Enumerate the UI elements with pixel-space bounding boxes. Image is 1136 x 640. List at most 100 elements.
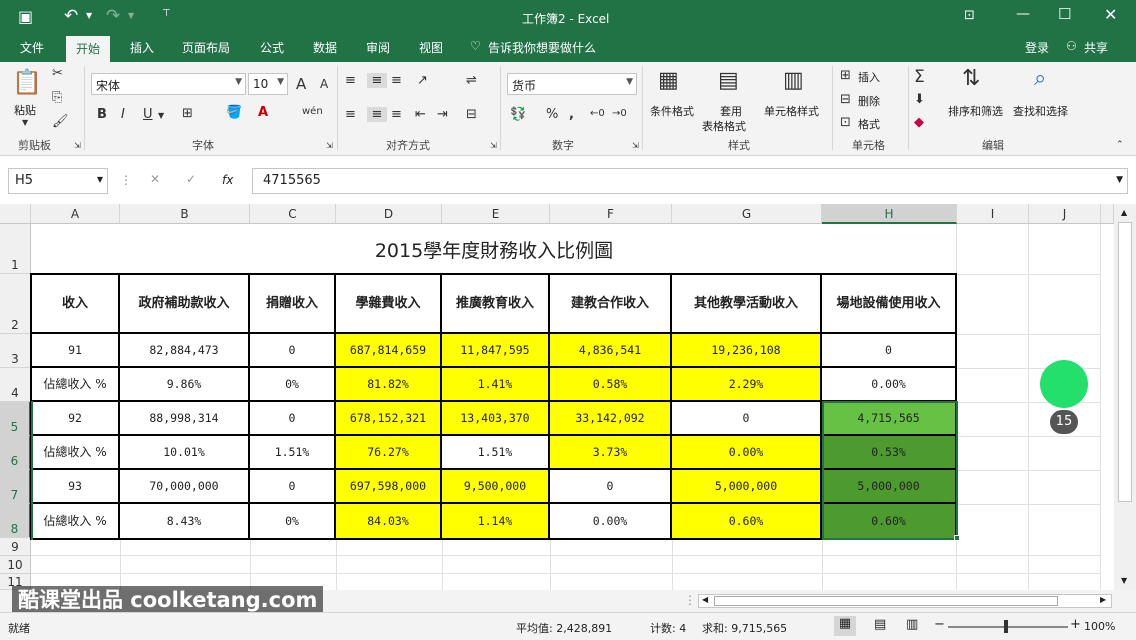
column-header-k[interactable]	[1101, 204, 1114, 224]
data-cell[interactable]: 84.03%	[336, 504, 442, 540]
column-header-c[interactable]: C	[250, 204, 336, 224]
data-cell[interactable]: 0	[550, 470, 672, 504]
zoom-level[interactable]: 100%	[1084, 620, 1115, 633]
data-cell[interactable]: 0	[250, 402, 336, 436]
zoom-out-icon[interactable]: −	[934, 617, 945, 632]
format-table-line2[interactable]: 表格格式	[702, 118, 746, 134]
row-header-7[interactable]: 7	[0, 470, 31, 504]
data-cell[interactable]: 88,998,314	[120, 402, 250, 436]
orientation-icon[interactable]: ↗	[417, 73, 428, 88]
find-select-button[interactable]: 查找和选择	[1013, 103, 1068, 119]
data-cell[interactable]: 81.82%	[336, 368, 442, 402]
redo-dropdown-icon[interactable]: ▼	[128, 11, 134, 20]
column-header-h[interactable]: H	[822, 204, 957, 224]
data-cell[interactable]: 678,152,321	[336, 402, 442, 436]
font-launcher-icon[interactable]: ⇲	[326, 141, 333, 150]
collapse-ribbon-icon[interactable]: ⌃	[1116, 140, 1124, 150]
conditional-format-icon[interactable]: ▦	[658, 68, 679, 93]
data-cell[interactable]: 4,836,541	[550, 334, 672, 368]
tab-data[interactable]: 数据	[313, 39, 337, 56]
number-launcher-icon[interactable]: ⇲	[632, 141, 639, 150]
decrease-decimal-icon[interactable]: →0	[612, 108, 627, 119]
undo-icon[interactable]: ↶	[64, 6, 78, 26]
data-cell[interactable]: 13,403,370	[442, 402, 550, 436]
horizontal-scroll-thumb[interactable]	[714, 596, 1058, 606]
header-cell[interactable]: 捐贈收入	[250, 275, 336, 334]
row-header-5[interactable]: 5	[0, 402, 31, 436]
header-cell[interactable]: 學雜費收入	[336, 275, 442, 334]
row-header-1[interactable]: 1	[0, 224, 31, 274]
data-cell[interactable]: 0%	[250, 504, 336, 540]
increase-indent-icon[interactable]: ⇥	[437, 107, 448, 122]
wrap-text-icon[interactable]: ⇌	[466, 73, 477, 88]
data-cell[interactable]: 0	[822, 334, 957, 368]
column-header-b[interactable]: B	[120, 204, 250, 224]
fill-icon[interactable]: ⬇	[914, 92, 925, 107]
clear-icon[interactable]: ◆	[914, 115, 924, 130]
align-center-icon[interactable]: ≡	[367, 107, 387, 122]
merge-center-icon[interactable]: ⊟	[466, 107, 477, 122]
data-cell[interactable]: 8.43%	[120, 504, 250, 540]
cell-styles-icon[interactable]: ▥	[783, 68, 804, 93]
row-header-9[interactable]: 9	[0, 538, 31, 556]
sort-filter-icon[interactable]: ⇅	[962, 66, 980, 91]
paste-button[interactable]: 粘贴	[14, 102, 36, 118]
data-cell[interactable]: 697,598,000	[336, 470, 442, 504]
zoom-slider[interactable]	[948, 626, 1068, 628]
format-table-line1[interactable]: 套用	[720, 103, 742, 119]
fill-color-icon[interactable]: 🪣	[226, 105, 242, 120]
scroll-left-icon[interactable]: ◀	[702, 595, 708, 604]
find-select-icon[interactable]: ⌕	[1034, 66, 1046, 91]
sign-in-link[interactable]: 登录	[1025, 39, 1049, 56]
data-cell[interactable]: 0.58%	[550, 368, 672, 402]
tab-formulas[interactable]: 公式	[260, 39, 284, 56]
data-cell[interactable]: 70,000,000	[120, 470, 250, 504]
column-header-g[interactable]: G	[672, 204, 822, 224]
tab-file[interactable]: 文件	[20, 39, 44, 56]
data-cell[interactable]: 91	[32, 334, 120, 368]
select-all-corner[interactable]	[0, 204, 31, 224]
data-cell[interactable]: 0.60%	[672, 504, 822, 540]
worksheet-grid[interactable]: A B C D E F G H I J 1 2 3 4 5 6 7 8 9 10…	[0, 204, 1114, 590]
zoom-in-icon[interactable]: +	[1070, 617, 1081, 632]
data-cell[interactable]: 3.73%	[550, 436, 672, 470]
cut-icon[interactable]: ✂	[52, 66, 63, 81]
sheet-title[interactable]: 2015學年度財務收入比例圖	[31, 224, 957, 274]
tab-review[interactable]: 审阅	[366, 39, 390, 56]
clipboard-launcher-icon[interactable]: ⇲	[74, 141, 81, 150]
scroll-down-icon[interactable]: ▼	[1121, 576, 1127, 585]
header-cell[interactable]: 政府補助款收入	[120, 275, 250, 334]
enter-icon[interactable]: ✓	[186, 172, 196, 186]
number-format-combo[interactable]: 货币 ▼	[507, 73, 637, 95]
align-left-icon[interactable]: ≡	[345, 107, 356, 122]
data-cell[interactable]: 0	[250, 334, 336, 368]
undo-dropdown-icon[interactable]: ▼	[86, 11, 92, 20]
currency-icon[interactable]: 💱	[510, 107, 526, 122]
column-header-e[interactable]: E	[442, 204, 550, 224]
header-cell[interactable]: 推廣教育收入	[442, 275, 550, 334]
name-box[interactable]: H5 ▼	[8, 168, 108, 194]
cell-styles-button[interactable]: 单元格样式	[764, 103, 819, 119]
data-cell[interactable]: 0.00%	[672, 436, 822, 470]
data-cell[interactable]: 佔總收入 %	[32, 368, 120, 402]
customize-qat-icon[interactable]: ⊤	[162, 8, 171, 19]
data-cell[interactable]: 5,000,000	[672, 470, 822, 504]
close-icon[interactable]: ✕	[1104, 5, 1117, 24]
data-cell[interactable]: 76.27%	[336, 436, 442, 470]
underline-dropdown-icon[interactable]: ▼	[158, 111, 164, 120]
data-cell[interactable]: 0.00%	[550, 504, 672, 540]
data-cell[interactable]: 92	[32, 402, 120, 436]
data-cell[interactable]: 82,884,473	[120, 334, 250, 368]
formula-input[interactable]: 4715565 ▼	[252, 168, 1128, 194]
data-cell[interactable]: 0	[672, 402, 822, 436]
tab-insert[interactable]: 插入	[130, 39, 154, 56]
increase-font-icon[interactable]: A	[296, 75, 306, 93]
column-header-d[interactable]: D	[336, 204, 442, 224]
data-cell[interactable]: 33,142,092	[550, 402, 672, 436]
zoom-slider-thumb[interactable]	[1004, 620, 1008, 633]
data-cell[interactable]: 1.51%	[250, 436, 336, 470]
page-layout-view-icon[interactable]: ▤	[874, 617, 886, 632]
border-icon[interactable]: ⊞	[182, 106, 193, 121]
ribbon-display-icon[interactable]: ⊡	[964, 8, 975, 23]
font-color-icon[interactable]: A	[258, 105, 268, 120]
